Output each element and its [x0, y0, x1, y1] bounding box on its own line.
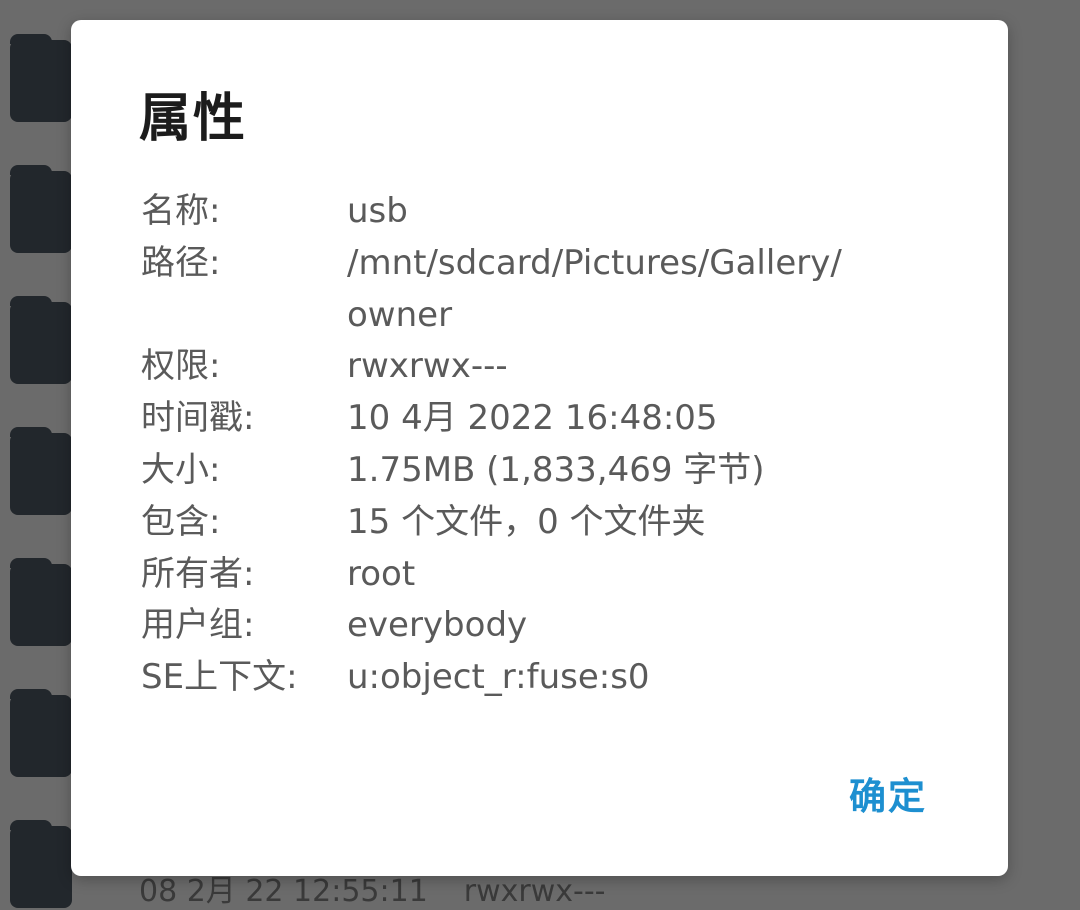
property-label: 时间戳:	[141, 398, 255, 439]
property-label: 权限:	[141, 346, 221, 387]
property-value: rwxrwx---	[347, 346, 508, 387]
properties-dialog: 属性 名称: usb 路径: /mnt/sdcard/Pictures/Gall…	[71, 20, 1008, 876]
property-row-path: 路径: /mnt/sdcard/Pictures/Gallery/ owner	[141, 238, 961, 342]
property-row-group: 用户组: everybody	[141, 600, 961, 652]
property-row-permissions: 权限: rwxrwx---	[141, 341, 961, 393]
list-item-timestamp: 08 2月 22 12:55:11	[139, 874, 428, 909]
folder-icon	[10, 689, 72, 777]
property-label: 名称:	[141, 191, 221, 231]
property-label: SE上下文:	[141, 657, 298, 698]
property-value: 1.75MB (1,833,469 字节)	[347, 449, 765, 490]
property-value: 10 4月 2022 16:48:05	[347, 398, 718, 439]
property-value-continuation: owner	[347, 294, 453, 335]
dialog-title: 属性	[139, 89, 248, 149]
folder-icon	[10, 165, 72, 253]
property-row-name: 名称: usb	[141, 186, 961, 238]
confirm-button[interactable]: 确定	[849, 766, 927, 820]
property-value: usb	[347, 191, 408, 231]
folder-icon	[10, 820, 72, 908]
property-label: 包含:	[141, 501, 221, 542]
property-row-size: 大小: 1.75MB (1,833,469 字节)	[141, 445, 961, 497]
properties-list: 名称: usb 路径: /mnt/sdcard/Pictures/Gallery…	[141, 186, 961, 704]
property-label: 大小:	[141, 449, 221, 490]
property-row-timestamp: 时间戳: 10 4月 2022 16:48:05	[141, 393, 961, 445]
property-value: /mnt/sdcard/Pictures/Gallery/	[347, 242, 842, 283]
folder-icon	[10, 427, 72, 515]
property-row-owner: 所有者: root	[141, 549, 961, 601]
property-row-contains: 包含: 15 个文件，0 个文件夹	[141, 497, 961, 549]
folder-icon	[10, 34, 72, 122]
list-item-permissions: rwxrwx---	[463, 874, 606, 909]
property-label: 所有者:	[141, 553, 255, 594]
property-value-multiline: /mnt/sdcard/Pictures/Gallery/ owner	[347, 238, 842, 342]
property-row-se-context: SE上下文: u:object_r:fuse:s0	[141, 652, 961, 704]
folder-icon	[10, 558, 72, 646]
folder-icon	[10, 296, 72, 384]
property-value: root	[347, 553, 416, 594]
property-label: 用户组:	[141, 605, 255, 646]
property-value: 15 个文件，0 个文件夹	[347, 501, 706, 542]
property-value: u:object_r:fuse:s0	[347, 657, 650, 698]
property-value: everybody	[347, 605, 528, 646]
property-label: 路径:	[141, 242, 221, 283]
